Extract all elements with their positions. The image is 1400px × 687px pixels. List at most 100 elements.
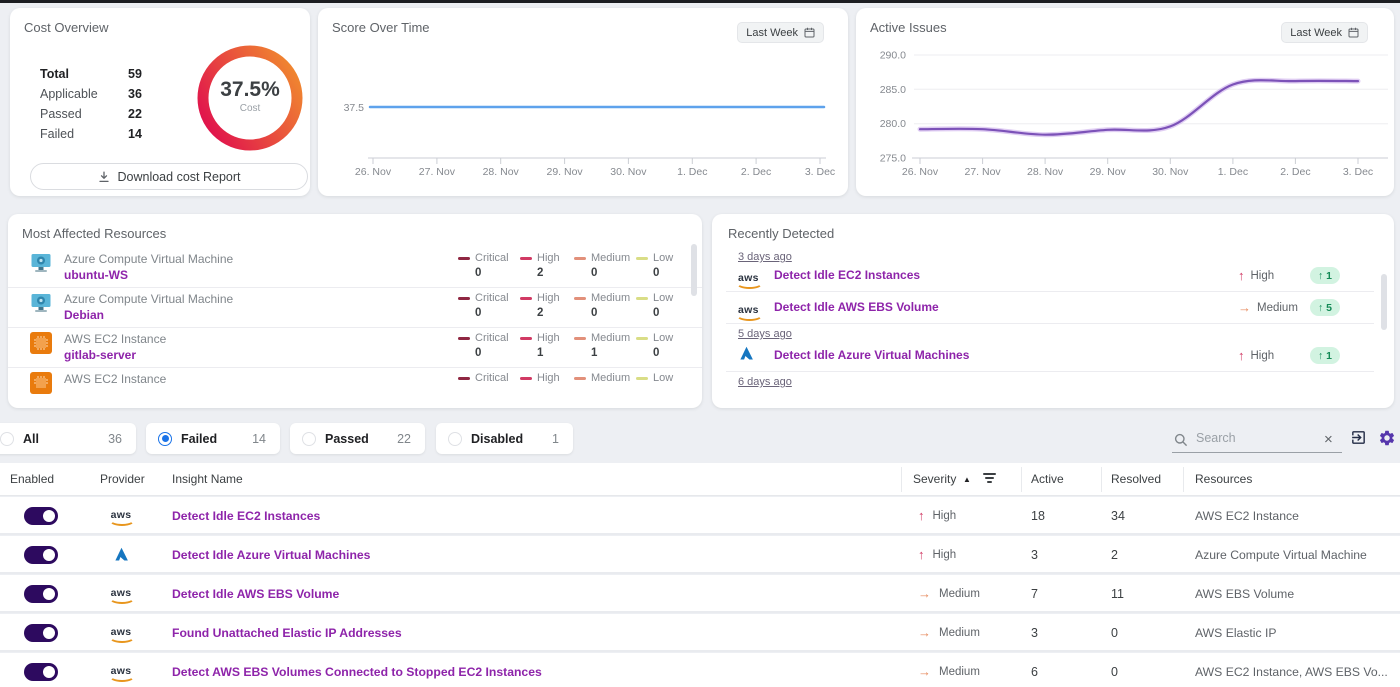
detected-insight-link[interactable]: Detect Idle Azure Virtual Machines: [774, 348, 969, 362]
stat-passed: Passed 22: [40, 104, 152, 124]
window-top-edge: [0, 0, 1400, 3]
filter-failed[interactable]: Failed 14: [146, 423, 280, 454]
col-resources: Resources: [1195, 472, 1252, 486]
resource-row: AWS EC2 Instance Critical High Medium Lo…: [8, 368, 702, 408]
filter-all[interactable]: All 36: [0, 423, 136, 454]
score-over-time-card: Score Over Time Last Week 26. Nov27. Nov…: [318, 8, 848, 196]
medium-dash: [574, 297, 586, 300]
insight-link[interactable]: Detect Idle EC2 Instances: [172, 509, 320, 523]
most-affected-resources-card: Most Affected Resources Azure Compute Vi…: [8, 214, 702, 408]
aws-ec2-icon: [30, 332, 52, 354]
svg-text:29. Nov: 29. Nov: [547, 166, 584, 178]
low-dash: [636, 337, 648, 340]
svg-text:28. Nov: 28. Nov: [483, 166, 520, 178]
score-line-chart: 26. Nov27. Nov28. Nov29. Nov30. Nov1. De…: [318, 8, 848, 196]
svg-text:27. Nov: 27. Nov: [419, 166, 456, 178]
col-insight: Insight Name: [172, 472, 243, 486]
donut-percent: 37.5%: [190, 78, 310, 102]
stat-applicable: Applicable 36: [40, 84, 152, 104]
svg-text:30. Nov: 30. Nov: [1152, 166, 1189, 178]
donut-caption: Cost: [190, 103, 310, 114]
svg-text:2. Dec: 2. Dec: [1280, 166, 1310, 178]
aws-ec2-icon: [30, 372, 52, 394]
detected-insight-link[interactable]: Detect Idle AWS EBS Volume: [774, 300, 939, 314]
sort-ascending-icon[interactable]: ▲: [963, 475, 971, 484]
critical-dash: [458, 377, 470, 380]
aws-logo: aws: [106, 661, 136, 682]
svg-text:37.5: 37.5: [344, 102, 365, 114]
svg-text:26. Nov: 26. Nov: [355, 166, 392, 178]
svg-text:3. Dec: 3. Dec: [805, 166, 835, 178]
svg-text:2. Dec: 2. Dec: [741, 166, 771, 178]
high-dash: [520, 297, 532, 300]
low-dash: [636, 297, 648, 300]
resource-row: AWS EC2 Instance gitlab-server Critical …: [8, 328, 702, 368]
col-resolved: Resolved: [1111, 472, 1161, 486]
critical-dash: [458, 297, 470, 300]
enabled-toggle[interactable]: [24, 507, 58, 525]
severity-up-arrow: ↑: [918, 547, 925, 562]
detected-row: aws Detect Idle AWS EBS Volume → Medium …: [726, 292, 1374, 324]
severity-up-arrow: ↑: [918, 508, 925, 523]
table-row: aws Found Unattached Elastic IP Addresse…: [0, 614, 1400, 652]
cost-donut-chart: 37.5% Cost: [190, 40, 310, 160]
gear-icon[interactable]: [1378, 429, 1396, 452]
table-row: aws Detect AWS EBS Volumes Connected to …: [0, 653, 1400, 687]
search-box: ×: [1172, 428, 1342, 453]
high-dash: [520, 377, 532, 380]
enabled-toggle[interactable]: [24, 585, 58, 603]
svg-text:29. Nov: 29. Nov: [1090, 166, 1127, 178]
table-row: aws Detect Idle AWS EBS Volume → Medium …: [0, 575, 1400, 613]
enabled-toggle[interactable]: [24, 624, 58, 642]
radio-disabled[interactable]: [448, 432, 462, 446]
dashboard-page: Cost Overview Total 59 Applicable 36 Pas…: [0, 0, 1400, 687]
svg-text:3. Dec: 3. Dec: [1343, 166, 1373, 178]
severity-up-arrow: ↑: [1238, 268, 1245, 283]
insight-link[interactable]: Found Unattached Elastic IP Addresses: [172, 626, 402, 640]
svg-text:30. Nov: 30. Nov: [610, 166, 647, 178]
filter-passed[interactable]: Passed 22: [290, 423, 425, 454]
radio-passed[interactable]: [302, 432, 316, 446]
table-row: Detect Idle Azure Virtual Machines ↑ Hig…: [0, 536, 1400, 574]
critical-dash: [458, 337, 470, 340]
search-input[interactable]: [1194, 430, 1304, 446]
azure-logo: [106, 546, 136, 568]
high-dash: [520, 337, 532, 340]
svg-text:280.0: 280.0: [880, 118, 906, 130]
resource-name-link[interactable]: ubuntu-WS: [64, 268, 128, 282]
svg-text:27. Nov: 27. Nov: [965, 166, 1002, 178]
resource-row: Azure Compute Virtual Machine Debian Cri…: [8, 288, 702, 328]
search-icon: [1174, 433, 1188, 452]
clear-search-icon[interactable]: ×: [1324, 431, 1333, 448]
aws-logo: aws: [738, 268, 759, 289]
insight-link[interactable]: Detect AWS EBS Volumes Connected to Stop…: [172, 665, 542, 679]
radio-all[interactable]: [0, 432, 14, 446]
svg-text:26. Nov: 26. Nov: [902, 166, 939, 178]
col-severity[interactable]: Severity: [913, 472, 956, 486]
svg-text:1. Dec: 1. Dec: [1218, 166, 1248, 178]
radio-failed[interactable]: [158, 432, 172, 446]
detected-row: aws Detect Idle EC2 Instances ↑ High ↑ 1: [726, 260, 1374, 292]
detected-insight-link[interactable]: Detect Idle EC2 Instances: [774, 268, 920, 282]
age-link[interactable]: 5 days ago: [738, 328, 792, 340]
export-icon[interactable]: [1350, 429, 1367, 451]
column-filter-icon[interactable]: [982, 473, 996, 485]
svg-text:28. Nov: 28. Nov: [1027, 166, 1064, 178]
download-cost-report-button[interactable]: Download cost Report: [30, 163, 308, 190]
insight-link[interactable]: Detect Idle AWS EBS Volume: [172, 587, 339, 601]
filter-disabled[interactable]: Disabled 1: [436, 423, 573, 454]
affected-scrollbar[interactable]: [691, 244, 697, 296]
most-affected-title: Most Affected Resources: [22, 226, 166, 241]
detected-scrollbar[interactable]: [1381, 274, 1387, 330]
resource-name-link[interactable]: Debian: [64, 308, 104, 322]
insight-link[interactable]: Detect Idle Azure Virtual Machines: [172, 548, 370, 562]
cost-overview-card: Cost Overview Total 59 Applicable 36 Pas…: [10, 8, 310, 196]
enabled-toggle[interactable]: [24, 663, 58, 681]
delta-badge: ↑ 5: [1310, 299, 1340, 316]
cost-stats: Total 59 Applicable 36 Passed 22 Failed …: [40, 64, 152, 144]
active-issues-line-chart: 275.0280.0285.0290.026. Nov27. Nov28. No…: [856, 8, 1394, 196]
resource-name-link[interactable]: gitlab-server: [64, 348, 136, 362]
age-link[interactable]: 6 days ago: [738, 376, 792, 388]
svg-text:275.0: 275.0: [880, 153, 906, 165]
enabled-toggle[interactable]: [24, 546, 58, 564]
